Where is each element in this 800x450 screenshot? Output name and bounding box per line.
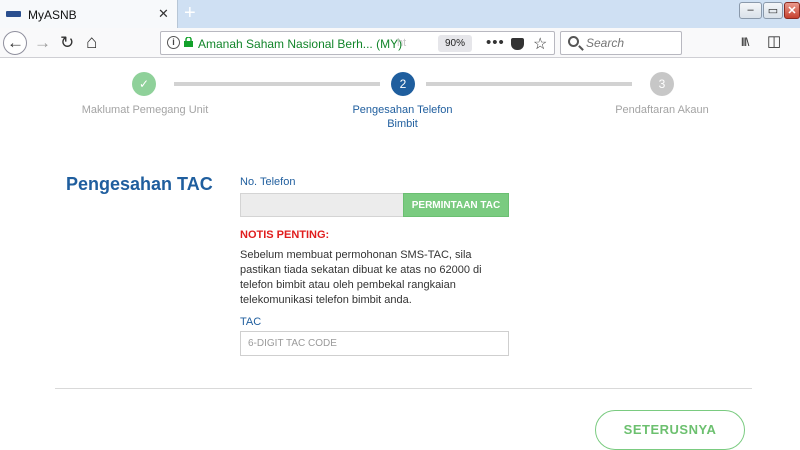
step-2-circle: 2 [391,72,415,96]
browser-titlebar: MyASNB ✕ + – ▭ ✕ [0,0,800,28]
library-icon[interactable]: lll\ [741,36,749,48]
bookmark-star-icon[interactable]: ☆ [533,34,547,54]
step-3-label: Pendaftaran Akaun [615,104,709,116]
window-restore-button[interactable]: ▭ [763,2,783,19]
zoom-level[interactable]: 90% [438,35,472,52]
request-tac-button[interactable]: PERMINTAAN TAC [403,193,509,217]
back-button[interactable]: ← [3,31,27,55]
tac-field[interactable]: 6-DIGIT TAC CODE [240,331,509,356]
divider [55,388,752,389]
notice-text: Sebelum membuat permohonan SMS-TAC, sila… [240,249,482,306]
url-site-name: Amanah Saham Nasional Berh... (MY) [198,37,403,51]
notice-title: NOTIS PENTING: [240,229,330,241]
search-bar[interactable] [560,31,682,55]
page-actions-icon[interactable]: ••• [486,34,505,51]
step-connector-1 [174,82,380,86]
lock-icon [184,37,193,47]
tab-title: MyASNB [28,8,77,22]
site-info-icon[interactable]: i [167,36,180,49]
sidebar-icon[interactable]: ◫ [767,34,781,49]
phone-label: No. Telefon [240,176,296,188]
search-input[interactable] [586,35,676,51]
step-connector-2 [426,82,632,86]
step-1-label: Maklumat Pemegang Unit [81,104,209,116]
tab-close-icon[interactable]: ✕ [158,6,169,22]
url-hint: ht [397,37,407,49]
back-arrow-icon: ← [7,33,24,52]
pocket-icon[interactable] [511,38,524,50]
window-minimize-button[interactable]: – [739,2,762,19]
reload-icon[interactable]: ↻ [60,34,74,51]
step-2-label: Pengesahan Telefon Bimbit [352,104,453,130]
next-button[interactable]: SETERUSNYA [595,410,745,450]
window-close-button[interactable]: ✕ [784,2,800,19]
browser-tab[interactable]: MyASNB ✕ [0,0,178,28]
forward-icon[interactable]: → [34,34,51,51]
step-3-circle: 3 [650,72,674,96]
search-icon [568,36,579,47]
home-icon[interactable]: ⌂ [86,33,97,52]
new-tab-button[interactable]: + [184,2,196,25]
tac-label: TAC [240,316,262,328]
url-bar[interactable]: i Amanah Saham Nasional Berh... (MY) ht … [160,31,555,55]
phone-field[interactable] [240,193,404,217]
tac-placeholder: 6-DIGIT TAC CODE [248,338,337,349]
page-title: Pengesahan TAC [66,174,213,194]
step-1-circle: ✓ [132,72,156,96]
asnb-favicon-icon [6,11,21,17]
